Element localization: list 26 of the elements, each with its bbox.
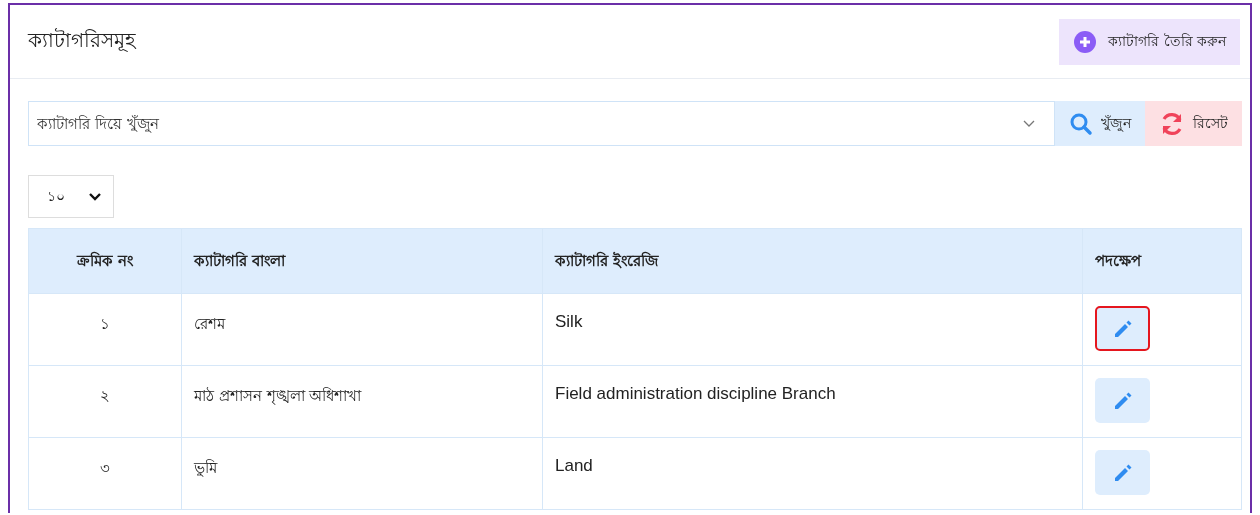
search-icon xyxy=(1069,111,1093,136)
search-button[interactable]: খুঁজুন xyxy=(1055,101,1145,146)
table-cell: Land xyxy=(542,437,1083,510)
column-header: ক্যাটাগরি বাংলা xyxy=(181,228,543,294)
chevron-down-icon xyxy=(89,192,101,201)
page-size-select[interactable]: ১০ xyxy=(28,175,114,218)
table-cell: ২ xyxy=(28,365,182,438)
page-title: ক্যাটাগরিসমূহ xyxy=(28,27,136,54)
reset-button[interactable]: রিসেট xyxy=(1145,101,1242,146)
table-cell: Silk xyxy=(542,293,1083,366)
column-header: ক্রমিক নং xyxy=(28,228,182,294)
table-cell: ৩ xyxy=(28,437,182,510)
edit-button[interactable] xyxy=(1095,306,1150,351)
column-header: পদক্ষেপ xyxy=(1082,228,1242,294)
edit-button[interactable] xyxy=(1095,378,1150,423)
column-header: ক্যাটাগরি ইংরেজি xyxy=(542,228,1083,294)
table-cell: ভুমি xyxy=(181,437,543,510)
category-search-field[interactable]: ক্যাটাগরি দিয়ে খুঁজুন xyxy=(28,101,1055,146)
chevron-down-icon xyxy=(1023,120,1035,128)
plus-circle-icon xyxy=(1074,30,1097,53)
table-cell: Field administration discipline Branch xyxy=(542,365,1083,438)
table-cell: মাঠ প্রশাসন শৃঙ্খলা অধিশাখা xyxy=(181,365,543,438)
edit-button[interactable] xyxy=(1095,450,1150,495)
table-cell: ১ xyxy=(28,293,182,366)
create-category-button[interactable]: ক্যাটাগরি তৈরি করুন xyxy=(1059,18,1240,65)
table-cell: রেশম xyxy=(181,293,543,366)
